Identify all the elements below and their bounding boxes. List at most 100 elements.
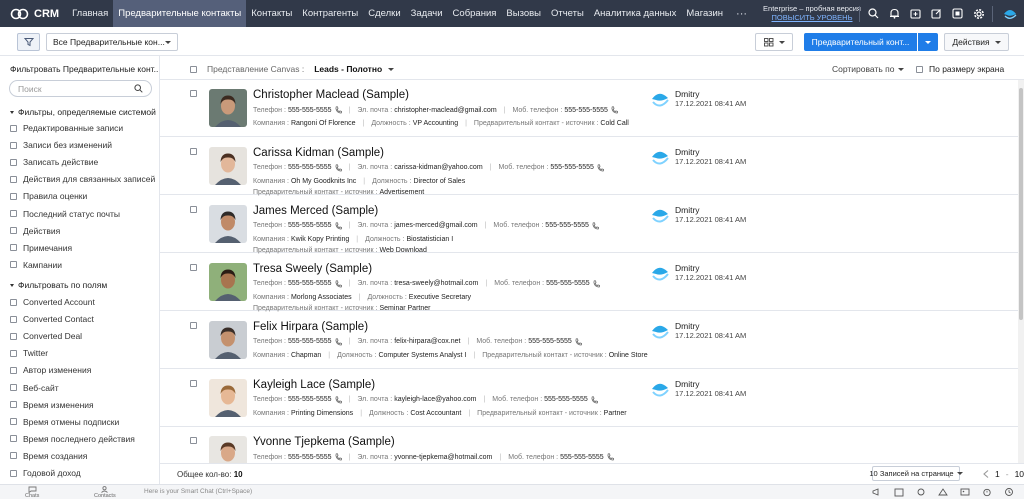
filter-checkbox[interactable] <box>10 227 17 235</box>
phone-icon[interactable] <box>591 395 598 404</box>
filter-checkbox[interactable] <box>10 244 17 252</box>
phone-icon[interactable] <box>575 338 582 346</box>
system-filter-item[interactable]: Кампании <box>10 260 62 270</box>
lead-name[interactable]: Tresa Sweely (Sample) <box>253 263 372 275</box>
field-filter-item[interactable]: Время последнего действия <box>10 434 135 444</box>
phone-icon[interactable] <box>593 280 600 288</box>
filter-search-input[interactable] <box>18 83 128 94</box>
lead-name[interactable]: Christopher Maclead (Sample) <box>253 89 409 101</box>
filter-checkbox[interactable] <box>10 418 17 426</box>
system-filter-item[interactable]: Записи без изменений <box>10 140 112 150</box>
filter-checkbox[interactable] <box>10 158 17 166</box>
phone-icon[interactable] <box>335 395 342 404</box>
owner-name[interactable]: Dmitry <box>675 263 746 273</box>
nav-more-button[interactable]: ··· <box>728 8 755 20</box>
scroll-thumb[interactable] <box>1019 88 1023 320</box>
lead-select-checkbox[interactable] <box>190 321 197 329</box>
crm-logo[interactable]: CRM <box>0 0 67 27</box>
filter-checkbox[interactable] <box>10 175 17 183</box>
phone-icon[interactable] <box>335 280 342 288</box>
lead-select-checkbox[interactable] <box>190 205 197 213</box>
system-filter-item[interactable]: Примечания <box>10 243 72 253</box>
field-filter-item[interactable]: Время отмены подписки <box>10 417 119 427</box>
system-filter-item[interactable]: Действия для связанных записей <box>10 174 155 184</box>
actions-button[interactable]: Действия <box>944 33 1009 51</box>
system-filter-item[interactable]: Последний статус почты <box>10 209 120 219</box>
phone-icon[interactable] <box>611 106 618 114</box>
phone-icon[interactable] <box>597 164 604 172</box>
filter-checkbox[interactable] <box>10 298 17 306</box>
marketplace-icon[interactable] <box>947 0 968 27</box>
lead-select-checkbox[interactable] <box>190 379 197 387</box>
system-filter-item[interactable]: Правила оценки <box>10 191 87 201</box>
lead-name[interactable]: Yvonne Tjepkema (Sample) <box>253 436 395 448</box>
chevron-left-icon[interactable] <box>983 470 989 478</box>
filter-toggle-button[interactable] <box>17 33 40 51</box>
lead-name[interactable]: Carissa Kidman (Sample) <box>253 147 384 159</box>
nav-item-0[interactable]: Главная <box>67 0 113 27</box>
select-all-checkbox[interactable] <box>190 65 197 73</box>
phone-icon[interactable] <box>335 338 342 346</box>
owner-name[interactable]: Dmitry <box>675 379 746 389</box>
avatar[interactable] <box>209 320 247 359</box>
lead-name[interactable]: Kayleigh Lace (Sample) <box>253 379 375 391</box>
lead-select-checkbox[interactable] <box>190 90 197 97</box>
avatar[interactable] <box>209 378 247 417</box>
nav-item-5[interactable]: Задачи <box>406 0 448 27</box>
filter-checkbox[interactable] <box>10 469 17 477</box>
phone-icon[interactable] <box>335 453 342 461</box>
list-scrollbar[interactable] <box>1018 80 1024 463</box>
lead-card[interactable]: Yvonne Tjepkema (Sample) Телефон :555-555… <box>160 427 1018 463</box>
lead-card[interactable]: Tresa Sweely (Sample) Телефон :555-555-55… <box>160 254 1018 312</box>
filter-checkbox[interactable] <box>10 261 17 269</box>
lead-name[interactable]: Felix Hirpara (Sample) <box>253 321 368 333</box>
field-filter-item[interactable]: Время изменения <box>10 400 94 410</box>
filter-checkbox[interactable] <box>10 384 17 391</box>
filter-checkbox[interactable] <box>10 349 17 357</box>
system-filter-item[interactable]: Редактированные записи <box>10 123 123 133</box>
filter-checkbox[interactable] <box>10 124 17 132</box>
field-filter-item[interactable]: Автор изменения <box>10 365 91 375</box>
avatar[interactable] <box>209 436 247 463</box>
filter-checkbox[interactable] <box>10 366 17 374</box>
lead-card[interactable]: Carissa Kidman (Sample) Телефон :555-555-… <box>160 138 1018 196</box>
lead-select-checkbox[interactable] <box>190 437 197 445</box>
nav-item-8[interactable]: Отчеты <box>546 0 589 27</box>
bell-icon[interactable] <box>884 0 905 27</box>
nav-item-1[interactable]: Предварительные контакты <box>113 0 247 27</box>
sync-icon[interactable] <box>916 487 926 497</box>
phone-icon[interactable] <box>335 106 342 114</box>
phone-icon[interactable] <box>592 222 599 230</box>
nav-item-4[interactable]: Сделки <box>363 0 405 27</box>
filter-checkbox[interactable] <box>10 141 17 149</box>
calendar-icon[interactable] <box>894 487 904 497</box>
filter-checkbox[interactable] <box>10 210 17 217</box>
nav-item-6[interactable]: Собрания <box>448 0 502 27</box>
field-filters-group[interactable]: Фильтровать по полям <box>10 280 107 290</box>
broadcast-icon[interactable] <box>872 487 882 497</box>
nav-item-10[interactable]: Магазин <box>681 0 728 27</box>
filter-checkbox[interactable] <box>10 452 17 460</box>
smart-chat-input[interactable]: Here is your Smart Chat (Ctrl+Space) <box>144 488 252 495</box>
system-filters-group[interactable]: Фильтры, определяемые системой <box>10 107 156 117</box>
upgrade-link[interactable]: ПОВЫСИТЬ УРОВЕНЬ <box>760 13 864 22</box>
create-lead-button[interactable]: Предварительный конт... <box>804 33 917 51</box>
chevron-down-icon[interactable] <box>388 67 395 71</box>
field-filter-item[interactable]: Twitter <box>10 348 48 358</box>
view-mode-button[interactable] <box>755 33 793 51</box>
lead-card[interactable]: James Merced (Sample) Телефон :555-555-55… <box>160 196 1018 254</box>
compose-icon[interactable] <box>926 0 947 27</box>
lead-card[interactable]: Felix Hirpara (Sample) Телефон :555-555-5… <box>160 312 1018 369</box>
chats-button[interactable]: Chats <box>25 486 39 499</box>
canvas-view-value[interactable]: Leads - Полотно <box>314 64 382 74</box>
search-icon[interactable] <box>134 84 143 93</box>
gear-icon[interactable] <box>968 0 989 27</box>
records-per-page-select[interactable]: 10 Записей на странице <box>869 466 963 481</box>
field-filter-item[interactable]: Веб-сайт <box>10 383 59 393</box>
avatar[interactable] <box>209 146 247 185</box>
lead-select-checkbox[interactable] <box>190 263 197 271</box>
field-filter-item[interactable]: Годовой доход <box>10 468 81 478</box>
alarm-clock-icon[interactable] <box>982 487 992 497</box>
filter-checkbox[interactable] <box>10 435 17 443</box>
system-filter-item[interactable]: Действия <box>10 226 60 236</box>
